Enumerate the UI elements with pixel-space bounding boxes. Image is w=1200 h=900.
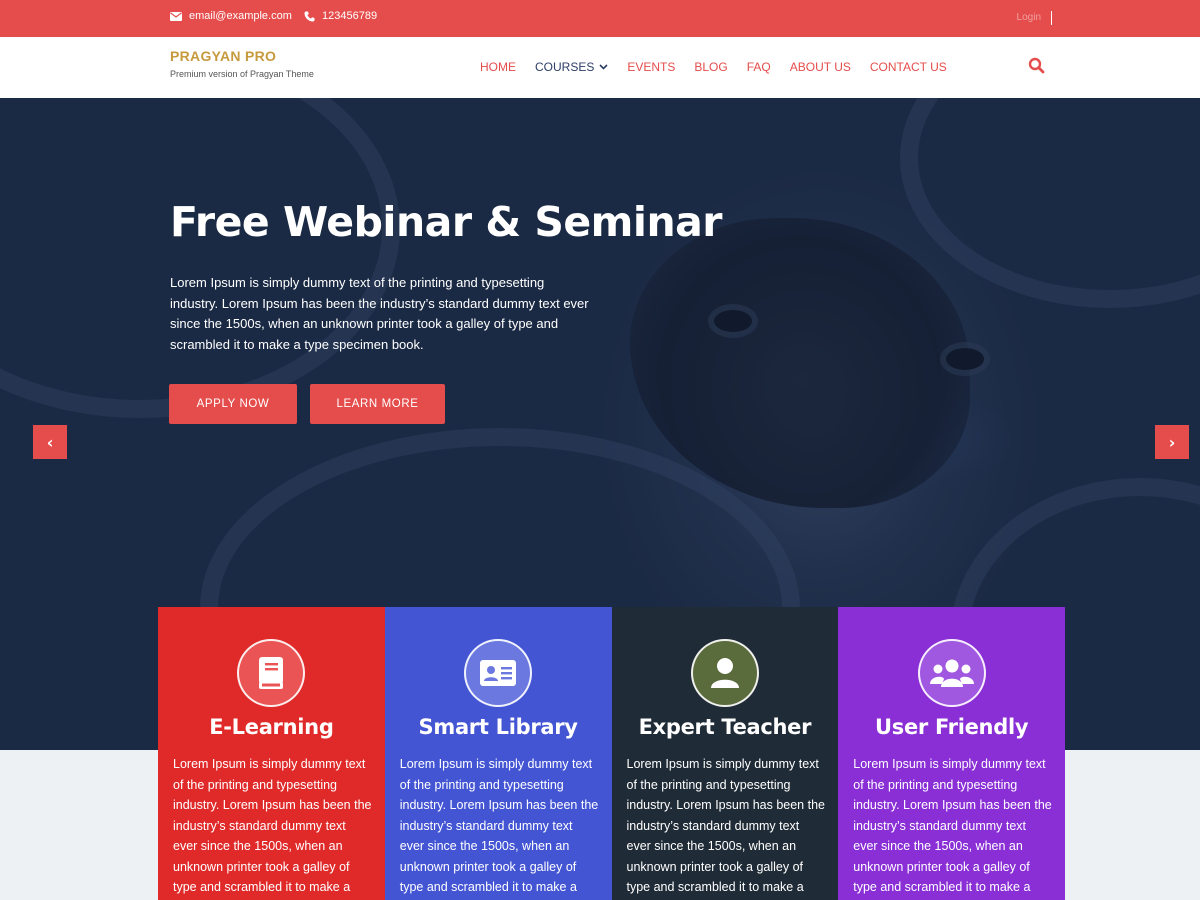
search-icon (1028, 57, 1045, 74)
site-title[interactable]: PRAGYAN PRO (170, 48, 276, 64)
phone-icon (304, 11, 315, 21)
slider-next-button[interactable]: › (1155, 425, 1189, 459)
feature-icon-circle (690, 639, 759, 707)
nav-faq[interactable]: FAQ (747, 60, 771, 74)
email-text[interactable]: email@example.com (189, 10, 292, 22)
learn-more-button[interactable]: LEARN MORE (310, 384, 445, 424)
top-bar: email@example.com 123456789 Login (0, 0, 1200, 37)
feature-text: Lorem Ipsum is simply dummy text of the … (399, 757, 599, 894)
feature-title: Expert Teacher (638, 715, 812, 739)
book-icon (259, 657, 284, 689)
feature-text: Lorem Ipsum is simply dummy text of the … (173, 757, 372, 894)
feature-cards: E-Learning Lorem Ipsum is simply dummy t… (158, 607, 1065, 900)
nav-events[interactable]: EVENTS (627, 60, 675, 74)
nav-home[interactable]: HOME (480, 60, 516, 74)
feature-card-user-friendly: User Friendly Lorem Ipsum is simply dumm… (838, 607, 1065, 900)
chevron-left-icon: ‹ (46, 432, 54, 452)
phone-text[interactable]: 123456789 (322, 10, 377, 22)
email-contact[interactable]: email@example.com (170, 10, 292, 22)
feature-title: Smart Library (418, 715, 578, 739)
chevron-down-icon (599, 64, 608, 70)
users-icon (929, 659, 974, 687)
nav-about-us[interactable]: ABOUT US (790, 60, 851, 74)
apply-now-button[interactable]: APPLY NOW (169, 384, 297, 424)
main-nav: HOME COURSES EVENTS BLOG FAQ ABOUT US CO… (480, 60, 966, 74)
feature-icon-circle (917, 639, 986, 707)
slider-prev-button[interactable]: ‹ (33, 425, 67, 459)
hero-text: Lorem Ipsum is simply dummy text of the … (170, 275, 589, 352)
hero-title: Free Webinar & Seminar (170, 198, 723, 246)
feature-text: Lorem Ipsum is simply dummy text of the … (626, 757, 826, 894)
login-link[interactable]: Login (1017, 11, 1052, 25)
feature-card-smart-library: Smart Library Lorem Ipsum is simply dumm… (384, 607, 612, 900)
site-header: PRAGYAN PRO Premium version of Pragyan T… (0, 37, 1200, 98)
nav-blog[interactable]: BLOG (694, 60, 727, 74)
envelope-icon (170, 11, 182, 21)
feature-icon-circle (464, 639, 533, 707)
search-button[interactable] (1028, 57, 1046, 75)
feature-icon-circle (237, 639, 306, 707)
phone-contact[interactable]: 123456789 (304, 10, 377, 22)
feature-text: Lorem Ipsum is simply dummy text of the … (853, 757, 1052, 894)
feature-title: User Friendly (875, 715, 1029, 739)
nav-contact-us[interactable]: CONTACT US (870, 60, 947, 74)
chevron-right-icon: › (1168, 432, 1176, 452)
feature-title: E-Learning (209, 715, 334, 739)
id-card-icon (480, 660, 517, 686)
nav-courses-label: COURSES (535, 60, 595, 74)
feature-card-e-learning: E-Learning Lorem Ipsum is simply dummy t… (158, 607, 385, 900)
feature-card-expert-teacher: Expert Teacher Lorem Ipsum is simply dum… (611, 607, 839, 900)
user-icon (710, 658, 739, 688)
site-tagline: Premium version of Pragyan Theme (170, 69, 314, 79)
nav-courses[interactable]: COURSES (535, 60, 608, 74)
